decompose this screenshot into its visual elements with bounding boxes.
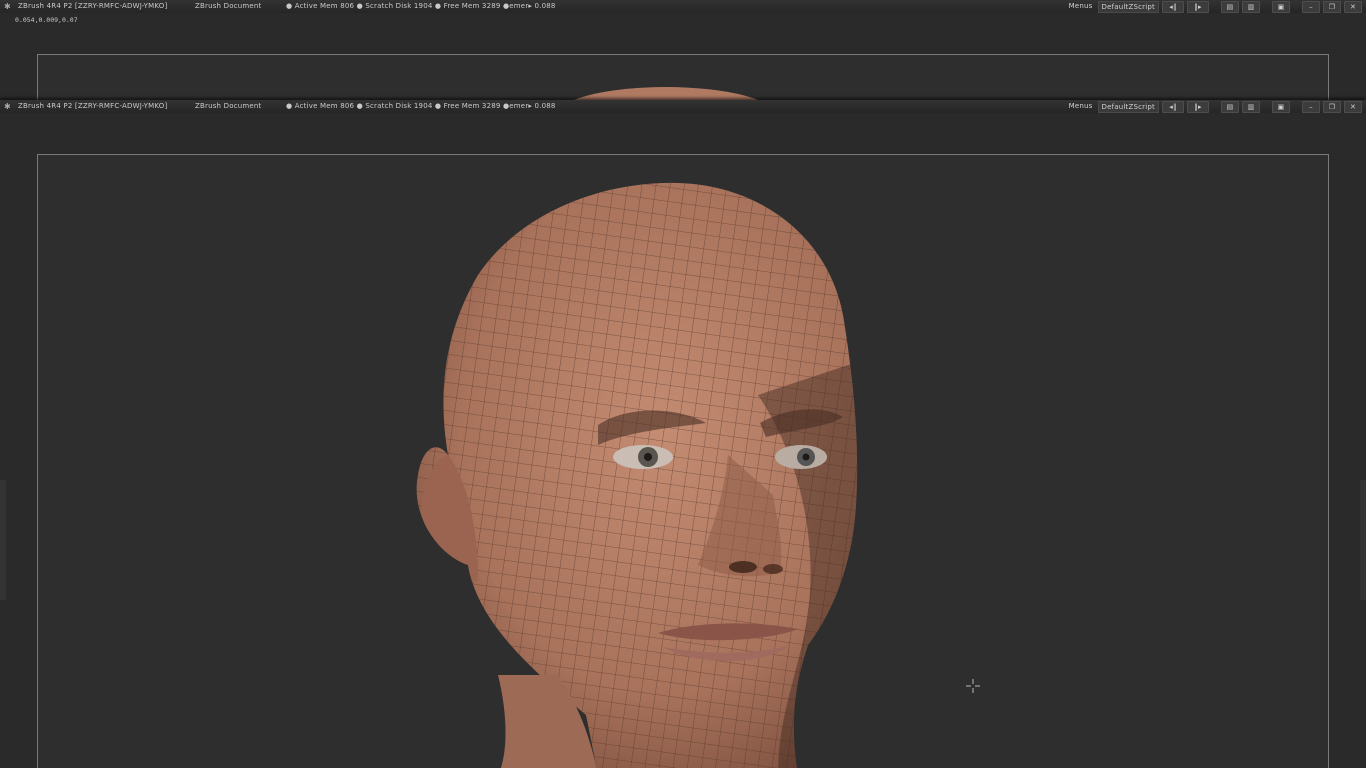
layout-icon[interactable]: ▤	[1221, 0, 1239, 13]
window-title: ZBrush 4R4 P2 [ZZRY-RMFC-ADWJ-YMKO]	[18, 2, 168, 10]
default-zscript-button[interactable]: DefaultZScript	[1097, 100, 1159, 113]
document-name: ZBrush Document	[195, 102, 262, 110]
head-model-top	[573, 87, 759, 100]
layout-alt-icon[interactable]: ▥	[1242, 100, 1260, 113]
window-title: ZBrush 4R4 P2 [ZZRY-RMFC-ADWJ-YMKO]	[18, 102, 168, 110]
default-zscript-button[interactable]: DefaultZScript	[1097, 0, 1159, 13]
menus-toggle[interactable]: Menus	[1067, 0, 1095, 13]
document-canvas[interactable]	[37, 54, 1329, 100]
minimize-icon[interactable]: –	[1302, 0, 1320, 13]
title-bar[interactable]: ✱ ZBrush 4R4 P2 [ZZRY-RMFC-ADWJ-YMKO] ZB…	[0, 100, 1366, 113]
scroll-left-icon[interactable]: ◂‖	[1162, 0, 1184, 13]
document-canvas[interactable]	[37, 154, 1329, 768]
close-icon[interactable]: ✕	[1344, 100, 1362, 113]
memory-status: ● Active Mem 806 ● Scratch Disk 1904 ● F…	[286, 102, 556, 110]
scroll-right-icon[interactable]: ‖▸	[1187, 0, 1209, 13]
lock-icon[interactable]: ▣	[1272, 0, 1290, 13]
scroll-left-icon[interactable]: ◂‖	[1162, 100, 1184, 113]
layout-icon[interactable]: ▤	[1221, 100, 1239, 113]
memory-status: ● Active Mem 806 ● Scratch Disk 1904 ● F…	[286, 2, 556, 10]
restore-icon[interactable]: ❐	[1323, 100, 1341, 113]
left-tray-handle[interactable]	[0, 480, 6, 600]
background-zbrush-window: ✱ ZBrush 4R4 P2 [ZZRY-RMFC-ADWJ-YMKO] ZB…	[0, 0, 1366, 100]
zbrush-logo-icon: ✱	[4, 2, 11, 11]
menus-toggle[interactable]: Menus	[1067, 100, 1095, 113]
crosshair-cursor-icon	[966, 679, 980, 693]
document-name: ZBrush Document	[195, 2, 262, 10]
titlebar-controls: Menus DefaultZScript ◂‖ ‖▸ ▤ ▥ ▣ – ❐ ✕	[1067, 0, 1366, 13]
zbrush-window: ✱ ZBrush 4R4 P2 [ZZRY-RMFC-ADWJ-YMKO] ZB…	[0, 100, 1366, 768]
title-bar[interactable]: ✱ ZBrush 4R4 P2 [ZZRY-RMFC-ADWJ-YMKO] ZB…	[0, 0, 1366, 13]
titlebar-controls: Menus DefaultZScript ◂‖ ‖▸ ▤ ▥ ▣ – ❐ ✕	[1067, 100, 1366, 113]
layout-alt-icon[interactable]: ▥	[1242, 0, 1260, 13]
head-model	[416, 182, 858, 768]
scroll-right-icon[interactable]: ‖▸	[1187, 100, 1209, 113]
minimize-icon[interactable]: –	[1302, 100, 1320, 113]
zbrush-logo-icon: ✱	[4, 102, 11, 111]
restore-icon[interactable]: ❐	[1323, 0, 1341, 13]
right-tray-handle[interactable]	[1360, 480, 1366, 600]
cursor-coordinates: 0.054,0.009,0.07	[15, 16, 78, 24]
lock-icon[interactable]: ▣	[1272, 100, 1290, 113]
close-icon[interactable]: ✕	[1344, 0, 1362, 13]
